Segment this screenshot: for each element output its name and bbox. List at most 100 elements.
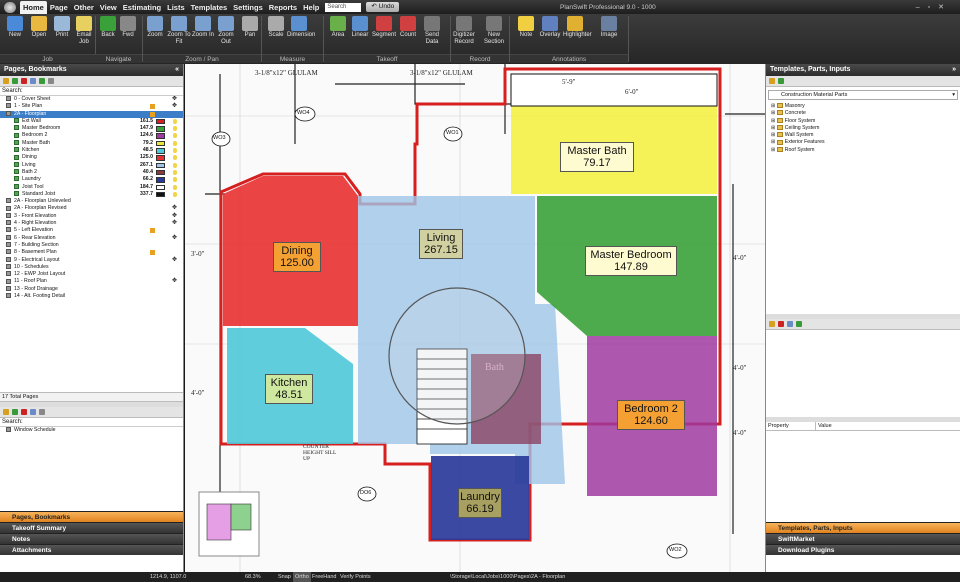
properties-icon[interactable] — [787, 321, 793, 327]
page-item[interactable]: 2A - Floorplan — [0, 110, 183, 118]
page-item[interactable]: 1 - Site Plan ✥ — [0, 103, 183, 110]
pan-button[interactable]: Pan — [238, 16, 262, 52]
menu-estimating[interactable]: Estimating — [120, 1, 164, 14]
color-swatch[interactable] — [156, 148, 165, 154]
plan-canvas[interactable]: 3-1/8"x12" GLULAM 3-1/8"x12" GLULAM 5'-9… — [185, 64, 765, 572]
link-icon[interactable]: ✥ — [172, 213, 177, 220]
highlighter-button[interactable]: Highlighter — [563, 16, 592, 52]
accordion-pages-bookmarks[interactable]: Pages, Bookmarks — [0, 511, 183, 523]
color-swatch[interactable] — [156, 169, 165, 176]
parts-tree-item[interactable]: ⊞ Masonry — [766, 103, 960, 110]
label-master-bedroom[interactable]: Master Bedroom 147.89 — [585, 246, 677, 276]
link-icon[interactable]: ✥ — [172, 278, 177, 285]
label-kitchen[interactable]: Kitchen 48.51 — [265, 374, 313, 404]
digitizer-record-button[interactable]: Digitizer Record — [452, 16, 476, 52]
takeoff-item[interactable]: Bath 2 40.4 — [0, 169, 183, 176]
menu-templates[interactable]: Templates — [188, 1, 231, 14]
snap-toggle[interactable]: Snap — [278, 572, 291, 582]
visibility-bulb-icon[interactable] — [173, 177, 177, 183]
add-icon[interactable] — [12, 78, 18, 84]
accordion-swiftmarket[interactable]: SwiftMarket — [766, 533, 960, 544]
page-item[interactable]: 10 - Schedules — [0, 264, 183, 271]
link-icon[interactable]: ✥ — [172, 103, 177, 110]
page-item[interactable]: 4 - Right Elevation ✥ — [0, 220, 183, 227]
takeoff-item[interactable]: Living 267.1 — [0, 162, 183, 169]
bookmarks-search-field[interactable]: Search: — [0, 418, 183, 427]
parts-dropdown[interactable]: Construction Material Parts ▾ — [768, 90, 958, 100]
page-item[interactable]: 11 - Roof Plan ✥ — [0, 278, 183, 285]
color-swatch[interactable] — [156, 184, 165, 191]
delete-icon[interactable] — [21, 409, 27, 415]
parts-tree-item[interactable]: ⊞ Exterior Features — [766, 139, 960, 146]
zoom-to-fit-button[interactable]: Zoom To Fit — [167, 16, 191, 52]
page-item[interactable]: 0 - Cover Sheet ✥ — [0, 96, 183, 103]
takeoff-item[interactable]: Dining 125.0 — [0, 154, 183, 161]
accordion-takeoff-summary[interactable]: Takeoff Summary — [0, 522, 183, 534]
delete-icon[interactable] — [778, 321, 784, 327]
refresh-icon[interactable] — [796, 321, 802, 327]
page-item[interactable]: 7 - Building Section — [0, 242, 183, 249]
page-item[interactable]: 2A - Floorplan Unleveled — [0, 198, 183, 205]
folder-icon[interactable] — [3, 78, 9, 84]
link-icon[interactable]: ✥ — [172, 205, 177, 212]
page-item[interactable]: 6 - Rear Elevation ✥ — [0, 235, 183, 242]
takeoff-item[interactable]: Master Bedroom 147.9 — [0, 125, 183, 132]
color-swatch[interactable] — [156, 140, 165, 147]
visibility-bulb-icon[interactable] — [173, 133, 177, 139]
folder-icon[interactable] — [769, 321, 775, 327]
menu-view[interactable]: View — [97, 1, 120, 14]
email-job-button[interactable]: Email Job — [72, 16, 96, 52]
zoom-out-button[interactable]: Zoom Out — [214, 16, 238, 52]
folder-icon[interactable] — [769, 78, 775, 84]
visibility-bulb-icon[interactable] — [173, 162, 177, 168]
parts-tree-item[interactable]: ⊞ Wall System — [766, 132, 960, 139]
collapse-icon[interactable]: « — [175, 64, 179, 76]
new-button[interactable]: New — [3, 16, 27, 52]
image-button[interactable]: Image — [597, 16, 621, 52]
parts-tree-item[interactable]: ⊞ Ceiling System — [766, 125, 960, 132]
refresh-icon[interactable] — [39, 78, 45, 84]
refresh-icon[interactable] — [778, 78, 784, 84]
color-swatch[interactable] — [156, 133, 165, 139]
visibility-bulb-icon[interactable] — [173, 126, 177, 132]
zoom-button[interactable]: Zoom — [143, 16, 167, 52]
takeoff-item[interactable]: Bedroom 2 124.6 — [0, 132, 183, 139]
page-item[interactable]: 8 - Basement Plan — [0, 249, 183, 256]
linear-button[interactable]: Linear — [348, 16, 372, 52]
segment-button[interactable]: Segment — [372, 16, 396, 52]
visibility-bulb-icon[interactable] — [173, 148, 177, 154]
accordion-notes[interactable]: Notes — [0, 533, 183, 545]
note-button[interactable]: Note — [514, 16, 538, 52]
app-orb-button[interactable] — [4, 1, 16, 13]
note-icon[interactable] — [150, 111, 155, 117]
color-swatch[interactable] — [156, 191, 165, 198]
link-icon[interactable]: ✥ — [172, 220, 177, 227]
takeoff-item[interactable]: Standard Joist 337.7 — [0, 191, 183, 198]
sort-icon[interactable] — [39, 409, 45, 415]
note-icon[interactable] — [150, 228, 155, 234]
accordion-templates[interactable]: Templates, Parts, Inputs — [766, 522, 960, 533]
visibility-bulb-icon[interactable] — [173, 155, 177, 161]
menu-settings[interactable]: Settings — [230, 1, 266, 14]
visibility-bulb-icon[interactable] — [173, 184, 177, 190]
page-item[interactable]: 13 - Roof Drainage — [0, 286, 183, 293]
window-controls[interactable]: –▫✕ — [916, 3, 952, 11]
freehand-toggle[interactable]: FreeHand — [312, 572, 336, 582]
visibility-bulb-icon[interactable] — [173, 191, 177, 197]
page-item[interactable]: 5 - Left Elevation — [0, 227, 183, 234]
visibility-bulb-icon[interactable] — [173, 169, 177, 175]
magnifier-lens[interactable] — [388, 287, 526, 425]
folder-icon[interactable] — [3, 409, 9, 415]
menu-other[interactable]: Other — [71, 1, 97, 14]
print-button[interactable]: Print — [50, 16, 74, 52]
menu-help[interactable]: Help — [300, 1, 322, 14]
takeoff-item[interactable]: Kitchen 48.5 — [0, 147, 183, 154]
visibility-bulb-icon[interactable] — [173, 118, 177, 124]
color-swatch[interactable] — [156, 177, 165, 183]
add-icon[interactable] — [12, 409, 18, 415]
scale-button[interactable]: Scale — [264, 16, 288, 52]
area-button[interactable]: Area — [326, 16, 350, 52]
label-bath[interactable]: Bath — [485, 362, 504, 373]
label-bedroom-2[interactable]: Bedroom 2 124.60 — [617, 400, 685, 430]
properties-icon[interactable] — [30, 78, 36, 84]
